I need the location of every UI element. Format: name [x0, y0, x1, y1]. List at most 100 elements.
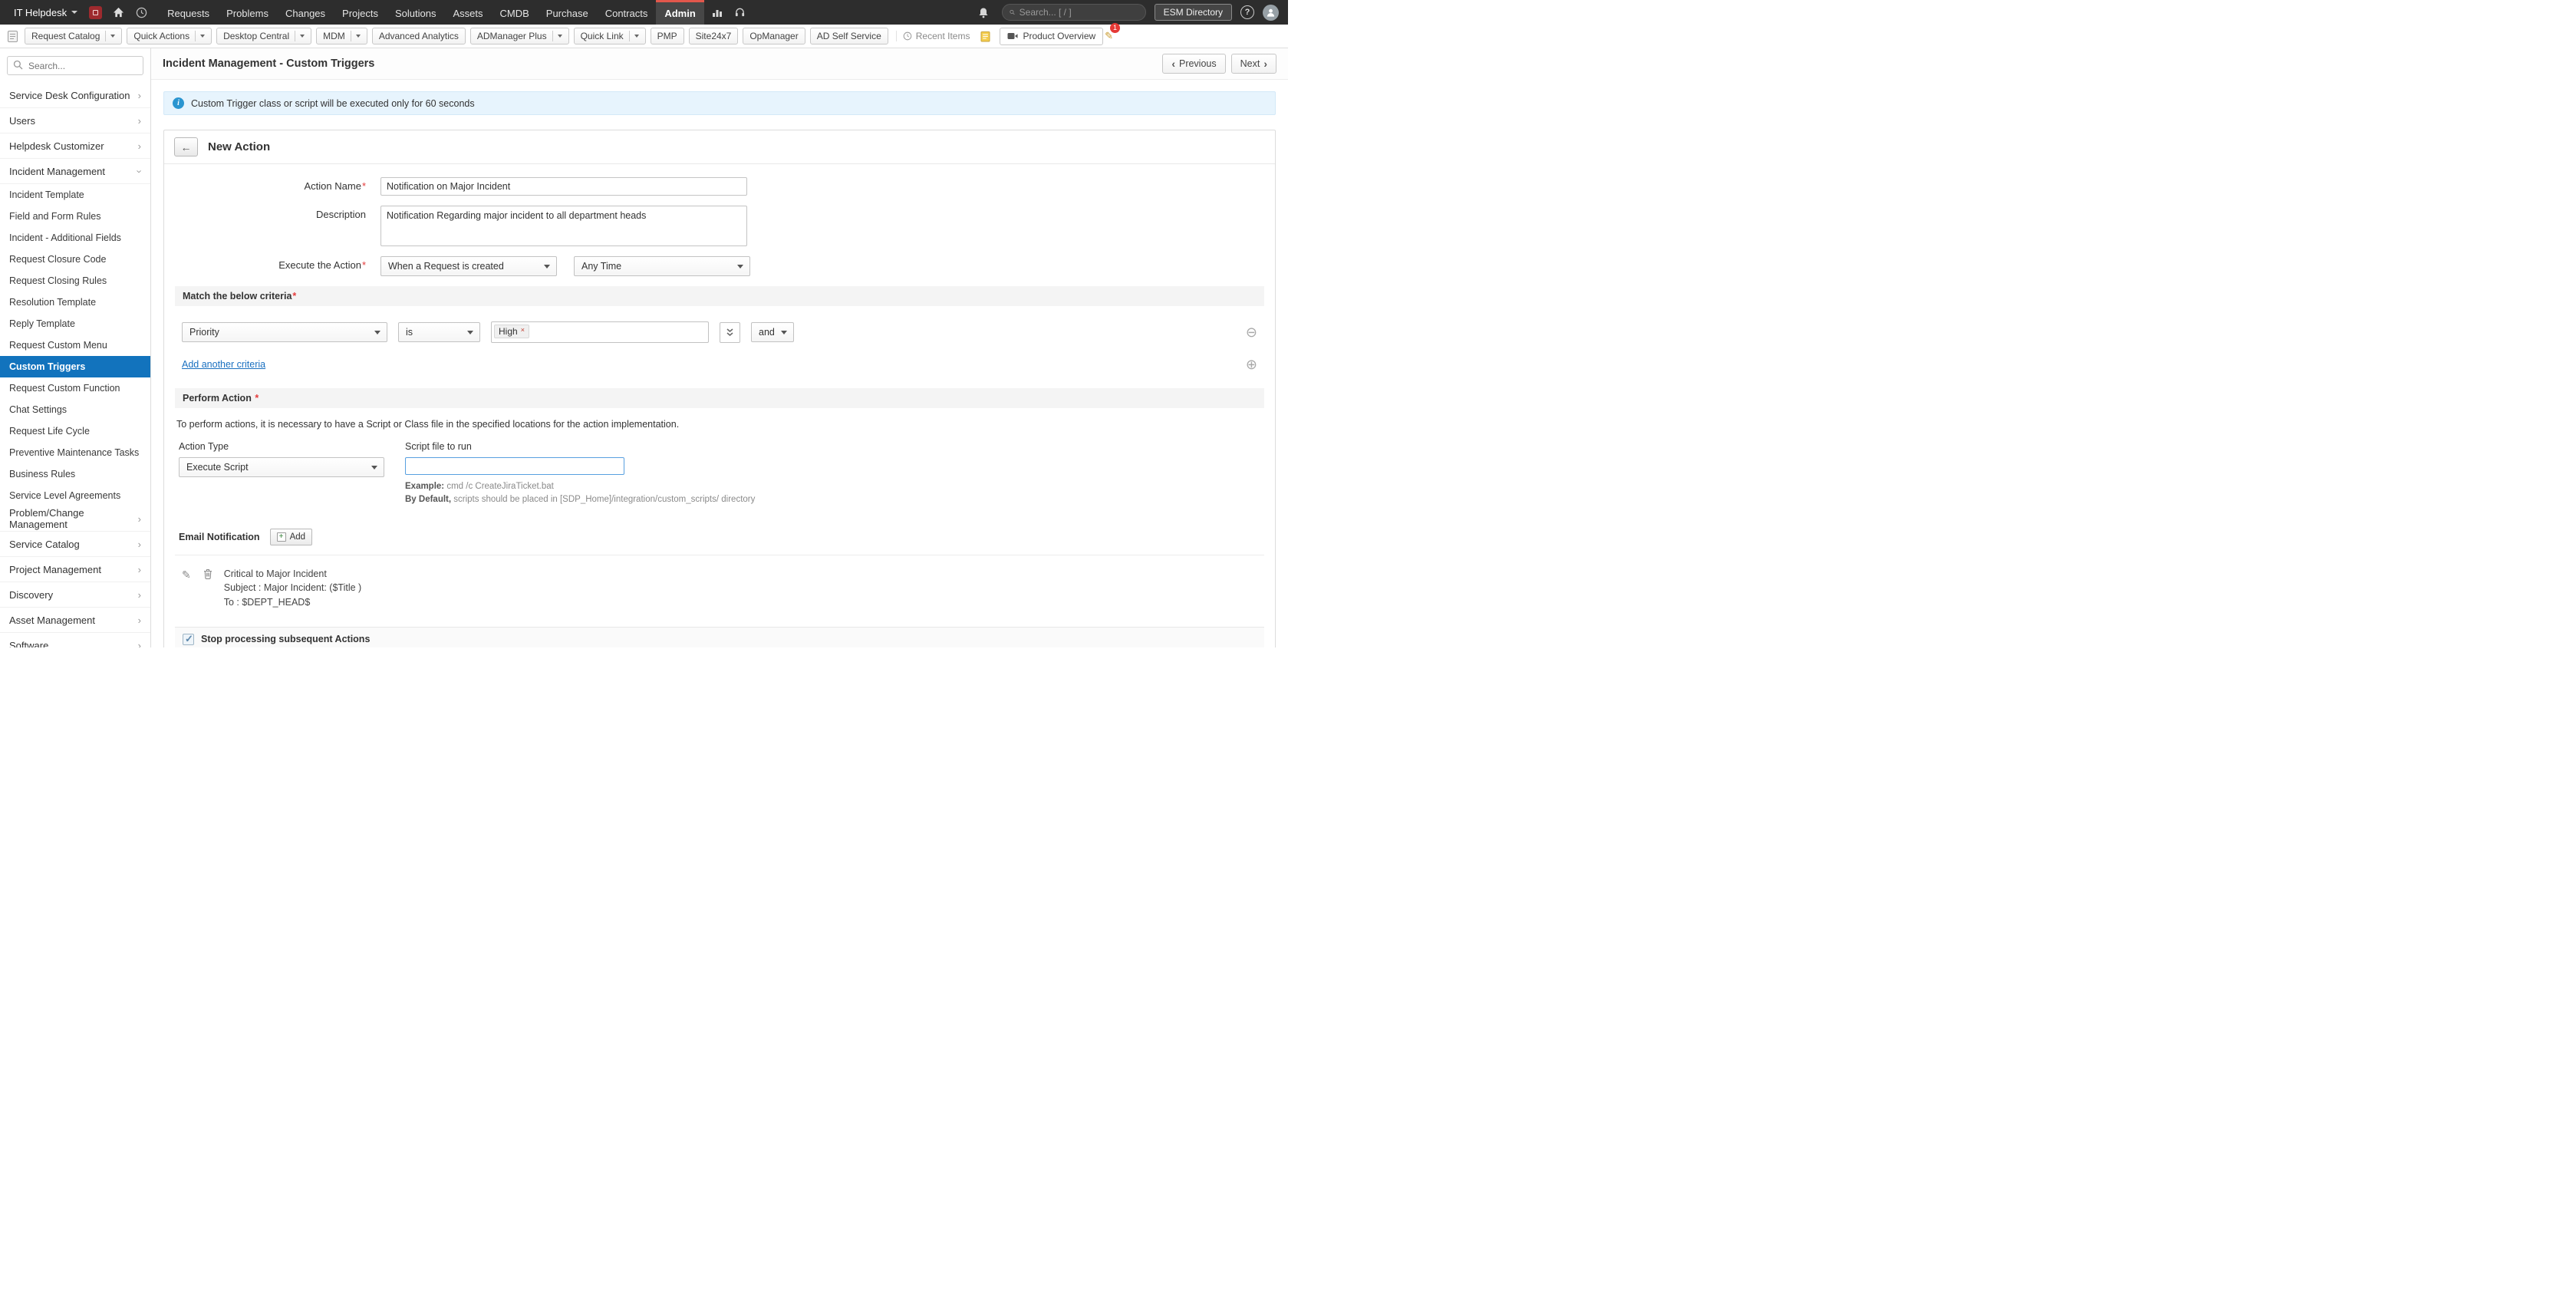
topnav-item[interactable]: Solutions: [387, 0, 444, 25]
sidebar-item[interactable]: Resolution Template: [0, 292, 150, 313]
sidebar-item[interactable]: Project Management: [0, 557, 150, 582]
chevron-down-icon: [371, 466, 377, 470]
remove-criteria-icon[interactable]: [1246, 325, 1257, 339]
topnav-item[interactable]: Changes: [277, 0, 334, 25]
topnav-right: ESM Directory ?: [973, 0, 1279, 25]
sidebar-item[interactable]: Incident Management: [0, 159, 150, 184]
sidebar-item[interactable]: Helpdesk Customizer: [0, 133, 150, 159]
topnav-item[interactable]: Projects: [334, 0, 387, 25]
toolbar-button[interactable]: Quick Actions: [127, 28, 212, 44]
sidebar-item[interactable]: Incident Template: [0, 184, 150, 206]
choose-values-button[interactable]: [720, 321, 740, 343]
chevron-right-icon: [134, 170, 144, 173]
plus-icon: [276, 532, 286, 542]
recent-items[interactable]: Recent Items: [895, 31, 977, 41]
description-textarea[interactable]: Notification Regarding major incident to…: [380, 206, 747, 246]
sidebar-item[interactable]: Incident - Additional Fields: [0, 227, 150, 249]
user-avatar[interactable]: [1263, 4, 1279, 21]
toolbar-button[interactable]: AD Self Service: [809, 28, 888, 44]
chevron-right-icon: [138, 539, 141, 549]
sidebar-item[interactable]: Request Custom Menu: [0, 334, 150, 356]
sidebar-item[interactable]: Asset Management: [0, 608, 150, 633]
sidebar-item[interactable]: Service Desk Configuration: [0, 83, 150, 108]
criteria-row: Priority is High × and ⊖: [175, 306, 1264, 343]
sidebar-item[interactable]: Request Custom Function: [0, 377, 150, 399]
sidebar-item[interactable]: Field and Form Rules: [0, 206, 150, 227]
esm-directory-button[interactable]: ESM Directory: [1154, 4, 1232, 21]
back-button[interactable]: [174, 137, 198, 157]
chevron-right-icon: [138, 116, 141, 126]
sidebar-item[interactable]: Request Life Cycle: [0, 420, 150, 442]
perform-action-fields: Action Type Execute Script Script file t…: [175, 430, 1264, 507]
sidebar-search-input[interactable]: [7, 56, 143, 75]
toolbar-button[interactable]: Request Catalog: [25, 28, 123, 44]
topnav-item[interactable]: Purchase: [538, 0, 597, 25]
add-email-notification-button[interactable]: Add: [269, 528, 313, 545]
brand-menu[interactable]: IT Helpdesk: [9, 7, 82, 18]
product-logo-icon[interactable]: [85, 0, 105, 25]
sidebar-item[interactable]: Service Catalog: [0, 532, 150, 557]
criteria-field-select[interactable]: Priority: [182, 322, 387, 342]
topnav-item[interactable]: Contracts: [597, 0, 657, 25]
add-another-criteria-link[interactable]: Add another criteria: [182, 359, 265, 370]
toolbar-button[interactable]: MDM: [316, 28, 367, 44]
criteria-value-input[interactable]: High: [491, 321, 709, 343]
sidebar-item[interactable]: Software: [0, 633, 150, 648]
stop-processing-checkbox[interactable]: [183, 633, 194, 645]
sidebar-item[interactable]: Request Closure Code: [0, 249, 150, 270]
topnav-item[interactable]: Assets: [444, 0, 491, 25]
trash-icon[interactable]: [203, 568, 212, 610]
headset-icon[interactable]: [730, 0, 750, 25]
sidebar-item[interactable]: Request Closing Rules: [0, 270, 150, 292]
sidebar-item[interactable]: Business Rules: [0, 463, 150, 485]
app-root: IT Helpdesk Requests Problems Changes Pr…: [0, 0, 1288, 648]
toolbar-button[interactable]: PMP: [650, 28, 684, 44]
script-file-input[interactable]: [405, 457, 624, 475]
topnav-item[interactable]: CMDB: [492, 0, 538, 25]
execute-time-select[interactable]: Any Time: [574, 256, 750, 276]
sidebar-item[interactable]: Problem/Change Management: [0, 506, 150, 532]
global-search: [1001, 4, 1146, 21]
topnav-item[interactable]: Problems: [218, 0, 277, 25]
criteria-conjunction-select[interactable]: and: [751, 322, 794, 342]
sidebar-search: [7, 56, 143, 75]
toolbar-button[interactable]: Advanced Analytics: [371, 28, 466, 44]
remove-chip-icon[interactable]: [521, 327, 525, 334]
add-criteria-icon[interactable]: [1246, 358, 1257, 371]
perform-action-note: To perform actions, it is necessary to h…: [176, 419, 680, 430]
product-overview-button[interactable]: Product Overview: [1000, 27, 1104, 45]
toolbar-button[interactable]: OpManager: [743, 28, 805, 44]
notepad-icon[interactable]: [980, 31, 990, 42]
notifications-bell-icon[interactable]: [973, 0, 993, 25]
clock-icon: [903, 31, 912, 41]
topnav-item[interactable]: Requests: [159, 0, 218, 25]
sidebar-item[interactable]: Service Level Agreements: [0, 485, 150, 506]
toolbar-button[interactable]: Desktop Central: [216, 28, 312, 44]
execute-event-select[interactable]: When a Request is created: [380, 256, 557, 276]
global-search-input[interactable]: [1019, 7, 1138, 18]
topnav-item[interactable]: Admin: [656, 0, 704, 25]
sidebar-item[interactable]: Users: [0, 108, 150, 133]
action-type-select[interactable]: Execute Script: [179, 457, 384, 477]
bar-chart-icon[interactable]: [707, 0, 727, 25]
help-icon[interactable]: ?: [1240, 5, 1254, 19]
next-button[interactable]: Next: [1230, 54, 1276, 74]
sidebar-item[interactable]: Custom Triggers: [0, 356, 150, 377]
clock-icon[interactable]: [131, 0, 151, 25]
toolbar-button[interactable]: Site24x7: [688, 28, 739, 44]
quick-launch-toolbar: Request Catalog Quick Actions Desktop Ce…: [0, 22, 1288, 48]
previous-button[interactable]: Previous: [1162, 54, 1226, 74]
sidebar-item[interactable]: Chat Settings: [0, 399, 150, 420]
home-icon[interactable]: [108, 0, 128, 25]
toolbar-button[interactable]: ADManager Plus: [469, 28, 569, 44]
criteria-operator-select[interactable]: is: [398, 322, 480, 342]
toolbar-button[interactable]: Quick Link: [573, 28, 646, 44]
sidebar-item[interactable]: Discovery: [0, 582, 150, 608]
edit-icon[interactable]: [182, 568, 191, 610]
action-name-input[interactable]: [380, 177, 747, 196]
chevron-down-icon: [195, 31, 206, 41]
email-notification-entry: Critical to Major Incident Subject : Maj…: [175, 554, 1264, 627]
sidebar-nav: Service Desk Configuration Users Helpdes…: [0, 83, 150, 648]
sidebar-item[interactable]: Preventive Maintenance Tasks: [0, 442, 150, 463]
sidebar-item[interactable]: Reply Template: [0, 313, 150, 334]
